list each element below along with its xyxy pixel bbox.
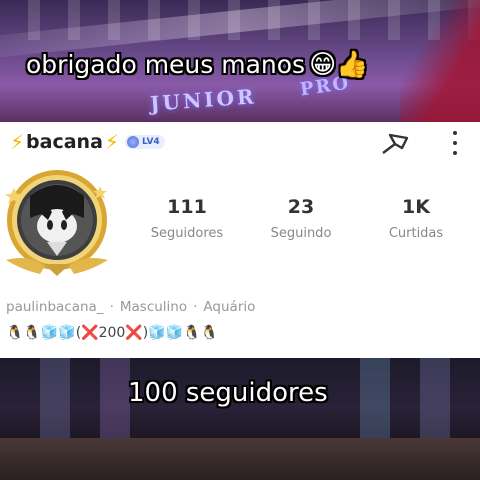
bottom-caption: 100 seguidores — [128, 378, 328, 408]
likes-count: 1K — [402, 196, 430, 218]
background-sign-junior: JUNIOR — [149, 84, 258, 116]
following-count: 23 — [287, 196, 315, 218]
profile-name: bacana — [26, 131, 103, 153]
background-red-stripe — [400, 0, 480, 122]
meta-separator: · — [193, 299, 198, 315]
profile-meta: paulinbacana_ · Masculino · Aquário — [6, 299, 255, 315]
lightning-icon: ⚡ — [104, 130, 119, 154]
zodiac-sign: Aquário — [203, 299, 256, 315]
stat-following[interactable]: 23 Seguindo — [251, 196, 351, 241]
background-pillar — [40, 358, 70, 438]
top-caption-text: obrigado meus manos — [26, 50, 306, 79]
stat-likes[interactable]: 1K Curtidas — [366, 196, 466, 241]
background-floor — [0, 438, 480, 480]
profile-card: ⚡ bacana ⚡ LV4 111 Seguidores 23 Seguind… — [0, 122, 480, 358]
gender: Masculino — [119, 299, 188, 315]
username: paulinbacana_ — [6, 299, 104, 315]
likes-label: Curtidas — [388, 226, 444, 241]
caption-emoji: 😁👍 — [309, 50, 369, 80]
share-arrow-icon[interactable] — [378, 130, 412, 158]
background-pillar — [420, 358, 450, 438]
background-pillar — [100, 358, 130, 438]
level-orb-icon — [126, 136, 139, 148]
profile-name-row: ⚡ bacana ⚡ LV4 — [10, 130, 165, 154]
background-pillar — [360, 358, 390, 438]
level-badge-text: LV4 — [141, 137, 160, 147]
followers-label: Seguidores — [150, 226, 224, 241]
stat-followers[interactable]: 111 Seguidores — [137, 196, 237, 241]
more-vertical-icon[interactable] — [448, 128, 462, 158]
lightning-icon: ⚡ — [10, 130, 25, 154]
profile-bio: 🐧🐧🧊🧊(❌200❌)🧊🧊🐧🐧 — [6, 325, 218, 341]
followers-count: 111 — [167, 196, 207, 218]
meta-separator: · — [109, 299, 114, 315]
avatar[interactable] — [0, 166, 116, 282]
background-video-bottom — [0, 358, 480, 480]
top-caption: obrigado meus manos 😁👍 — [26, 50, 369, 80]
following-label: Seguindo — [270, 226, 332, 241]
level-badge[interactable]: LV4 — [124, 135, 165, 149]
